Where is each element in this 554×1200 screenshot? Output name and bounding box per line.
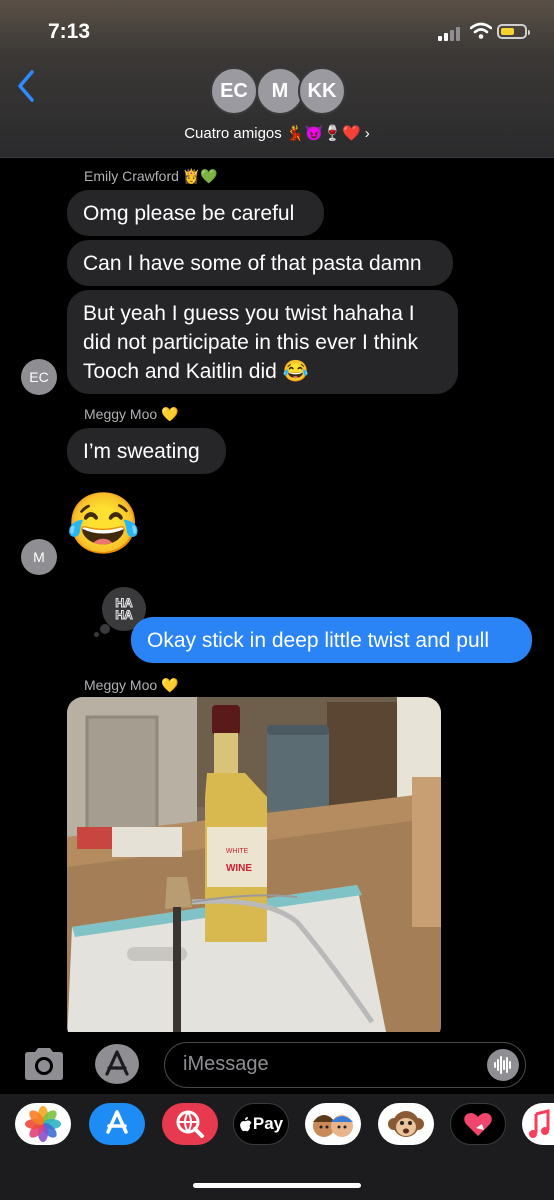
photo-message[interactable]: WHITE WINE [67, 697, 441, 1042]
monkey-icon [388, 1111, 424, 1137]
tapback-tail [94, 632, 99, 637]
camera-icon [25, 1048, 63, 1080]
avatar[interactable]: M [21, 539, 57, 575]
app-store-app-button[interactable] [89, 1103, 145, 1145]
images-search-app-button[interactable] [162, 1103, 218, 1145]
camera-button[interactable] [22, 1045, 66, 1083]
message-list[interactable]: Emily Crawford 👸💚 Omg please be careful … [0, 0, 554, 1200]
label-text: WHITE [226, 848, 249, 855]
sender-name: Emily Crawford 👸💚 [84, 168, 218, 184]
apple-pay-label: Pay [252, 1114, 284, 1133]
tapback-text: HA [115, 608, 133, 622]
photos-app-button[interactable] [15, 1103, 71, 1145]
message-line: But yeah I guess you twist hahaha I [83, 302, 415, 325]
incoming-message[interactable]: Can I have some of that pasta damn [67, 240, 453, 286]
sender-name: Meggy Moo 💛 [84, 677, 179, 693]
digital-touch-app-button[interactable] [450, 1103, 506, 1145]
message-input[interactable]: iMessage [164, 1042, 526, 1088]
sender-name: Meggy Moo 💛 [84, 406, 179, 422]
heart-icon [464, 1113, 492, 1136]
memoji-icon [313, 1115, 353, 1137]
music-note-icon [529, 1109, 550, 1138]
incoming-message[interactable]: I’m sweating [67, 428, 226, 474]
emoji-message[interactable]: 😂 [66, 494, 141, 554]
memoji-app-button[interactable] [305, 1103, 361, 1145]
app-store-icon [105, 1050, 129, 1076]
wine-bottle-photo: WHITE WINE [67, 697, 441, 1042]
photos-icon [25, 1106, 61, 1142]
app-store-button[interactable] [95, 1044, 139, 1084]
apple-logo-icon [239, 1117, 252, 1132]
audio-message-button[interactable] [487, 1049, 519, 1081]
avatar[interactable]: EC [21, 359, 57, 395]
app-store-icon [106, 1110, 128, 1134]
outgoing-message[interactable]: Okay stick in deep little twist and pull [131, 617, 532, 663]
message-line: did not participate in this ever I think [83, 331, 419, 354]
label-text: WINE [226, 863, 252, 874]
incoming-message[interactable]: But yeah I guess you twist hahaha I did … [67, 290, 458, 394]
globe-search-icon [176, 1110, 204, 1138]
animoji-app-button[interactable] [378, 1103, 434, 1145]
incoming-message[interactable]: Omg please be careful [67, 190, 324, 236]
message-input-placeholder: iMessage [183, 1053, 269, 1075]
waveform-icon [494, 1056, 511, 1074]
message-line: Tooch and Kaitlin did 😂 [83, 360, 309, 383]
home-indicator[interactable] [193, 1183, 361, 1188]
apple-pay-app-button[interactable]: Pay [233, 1103, 289, 1145]
